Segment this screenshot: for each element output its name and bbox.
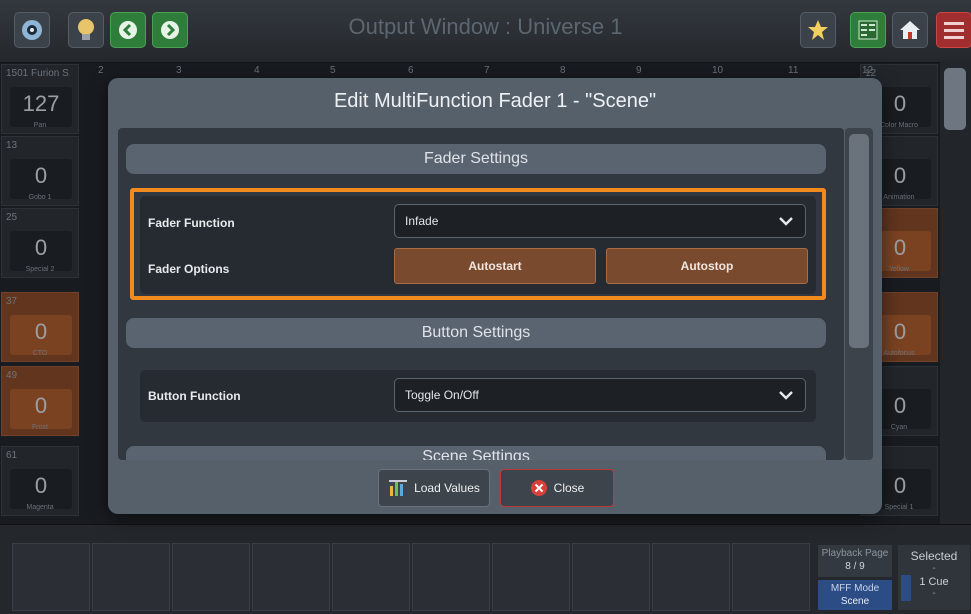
button-function-select[interactable]: Toggle On/Off — [394, 378, 806, 412]
close-label: Close — [553, 481, 585, 495]
dialog-scrollbar-thumb[interactable] — [849, 134, 869, 348]
close-icon — [530, 480, 547, 496]
playback-slot[interactable] — [492, 543, 570, 611]
dialog-scrollbar[interactable] — [845, 128, 873, 460]
button-function-label: Button Function — [148, 389, 241, 403]
playback-slot[interactable] — [252, 543, 330, 611]
button-settings-panel: Button Function Toggle On/Off — [140, 370, 816, 422]
grid-scrollbar[interactable] — [940, 62, 971, 524]
selected-label: Selected — [910, 549, 958, 563]
dialog-title: Edit MultiFunction Fader 1 - "Scene" — [333, 90, 657, 112]
playback-slot[interactable] — [652, 543, 730, 611]
playback-slot[interactable] — [572, 543, 650, 611]
cue-icon — [901, 575, 911, 601]
load-values-icon — [389, 480, 408, 496]
load-values-label: Load Values — [414, 481, 480, 495]
selected-dash: - — [932, 563, 936, 574]
selected-panel[interactable]: Selected - 1 Cue - — [898, 545, 970, 610]
fader-settings-header: Fader Settings — [126, 144, 826, 174]
playback-slot[interactable] — [12, 543, 90, 611]
mff-mode-label: MFF Mode — [830, 583, 880, 594]
chevron-down-icon — [779, 391, 793, 400]
playback-page-value: 8 / 9 — [845, 561, 865, 572]
mff-mode-value: Scene — [840, 596, 870, 607]
playback-slot[interactable] — [412, 543, 490, 611]
grid-scrollbar-thumb[interactable] — [944, 68, 966, 130]
toolbar: Output Window : Universe 1 — [0, 0, 971, 63]
playback-page-label: Playback Page — [821, 548, 889, 559]
menu-icon[interactable] — [936, 12, 971, 48]
scene-settings-header: Scene Settings — [126, 446, 826, 460]
button-settings-header: Button Settings — [126, 318, 826, 348]
playback-slot[interactable] — [732, 543, 810, 611]
close-button[interactable]: Close — [500, 469, 614, 507]
button-function-value: Toggle On/Off — [405, 388, 479, 402]
playback-page-button[interactable]: Playback Page 8 / 9 — [818, 545, 892, 577]
mff-mode-button[interactable]: MFF Mode Scene — [818, 580, 892, 610]
home-icon[interactable] — [892, 12, 928, 48]
playback-slot[interactable] — [332, 543, 410, 611]
playback-slot[interactable] — [92, 543, 170, 611]
star-icon[interactable] — [800, 12, 836, 48]
load-values-button[interactable]: Load Values — [378, 469, 490, 507]
highlight-box — [130, 188, 826, 300]
playback-slot[interactable] — [172, 543, 250, 611]
grid-icon[interactable] — [850, 12, 886, 48]
